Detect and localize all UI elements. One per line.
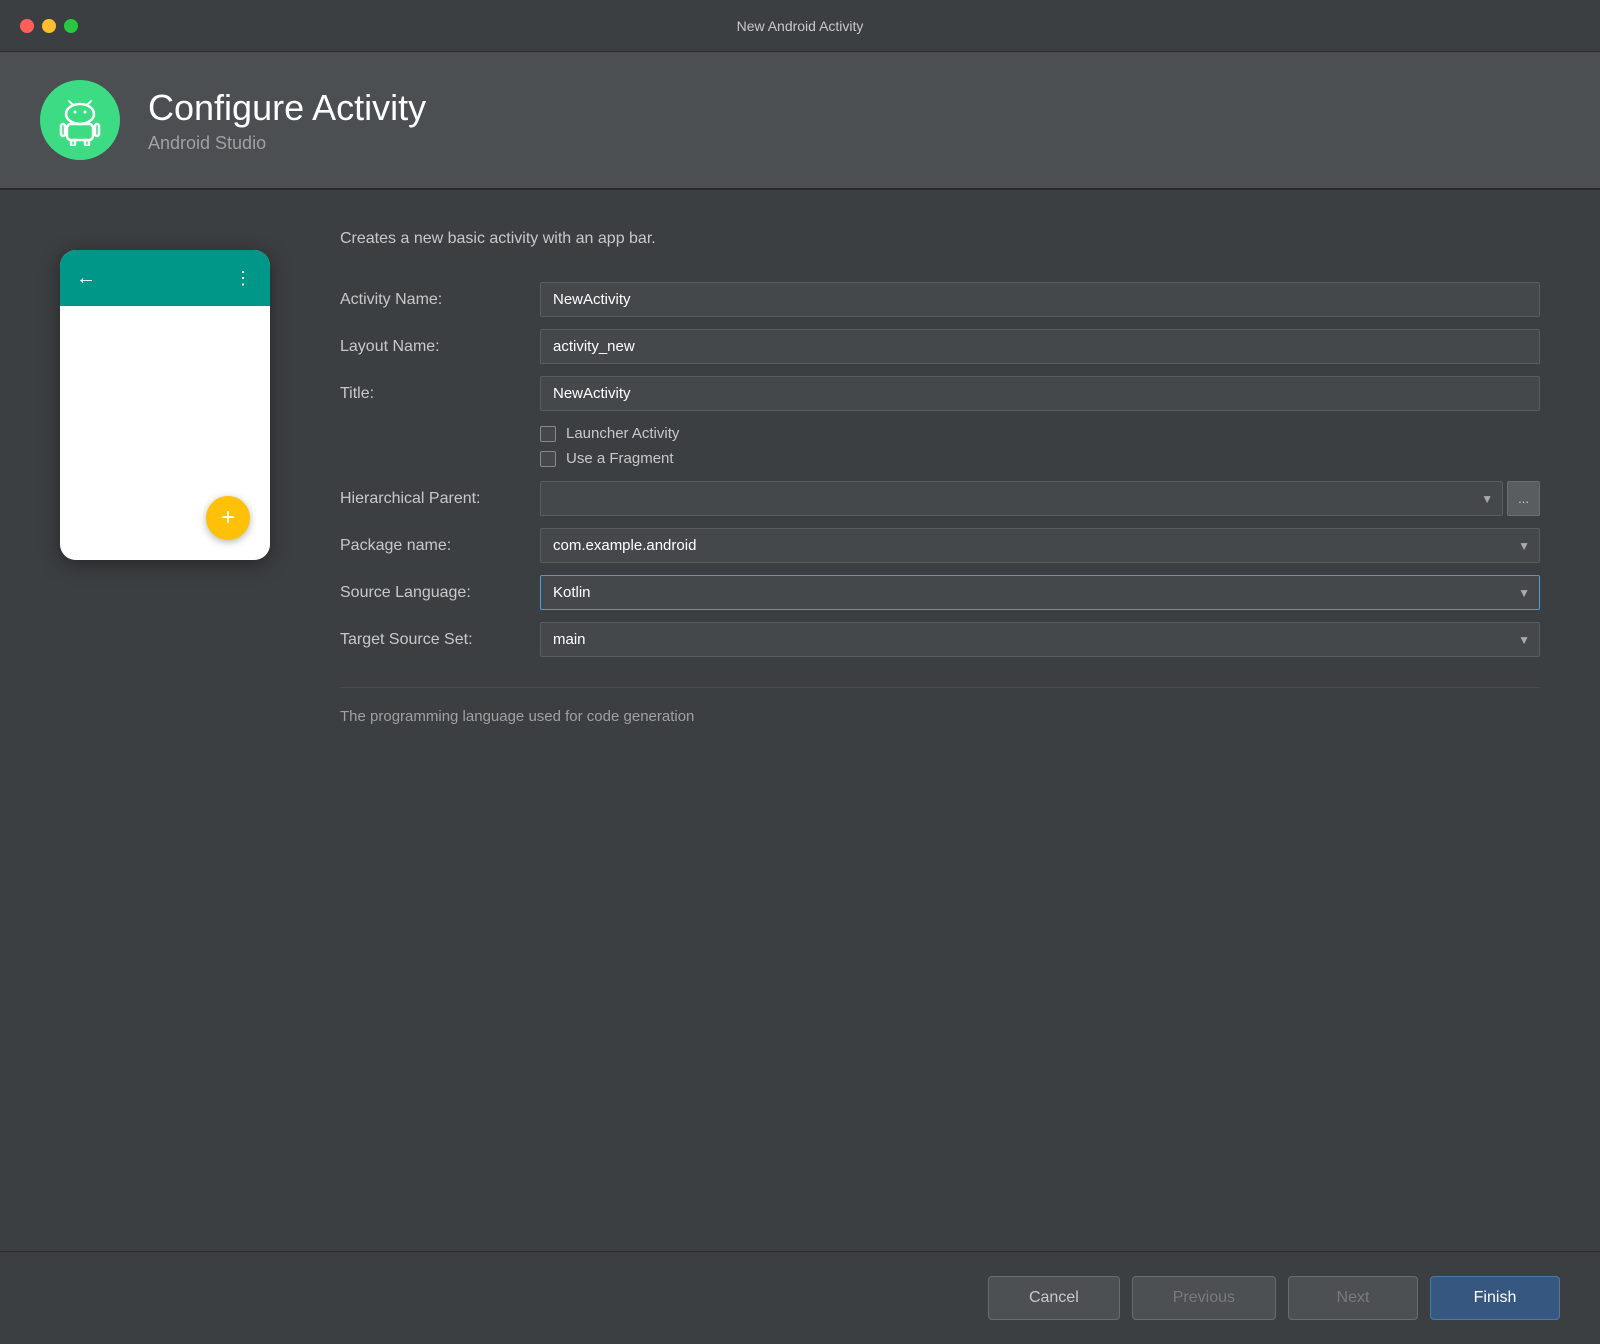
layout-name-label: Layout Name:	[340, 328, 540, 366]
layout-name-cell	[540, 323, 1540, 370]
hierarchical-parent-select-wrapper: ▼	[540, 481, 1503, 516]
source-language-cell: Java Kotlin ▼	[540, 569, 1540, 616]
hierarchical-parent-label: Hierarchical Parent:	[340, 480, 540, 518]
activity-name-input[interactable]	[540, 282, 1540, 317]
title-label: Title:	[340, 375, 540, 413]
use-fragment-checkbox[interactable]: Use a Fragment	[540, 450, 1540, 467]
minimize-button[interactable]	[42, 19, 56, 33]
phone-back-icon: ←	[76, 267, 96, 290]
activity-name-cell	[540, 276, 1540, 323]
maximize-button[interactable]	[64, 19, 78, 33]
package-name-select[interactable]: com.example.android	[540, 528, 1540, 563]
package-name-label: Package name:	[340, 527, 540, 565]
main-content: ← ⋮ + Creates a new basic activity with …	[0, 190, 1600, 1251]
target-source-set-select-wrapper: main test androidTest ▼	[540, 622, 1540, 657]
footer: Cancel Previous Next Finish	[0, 1251, 1600, 1344]
phone-frame: ← ⋮ +	[60, 250, 270, 560]
finish-button[interactable]: Finish	[1430, 1276, 1560, 1320]
previous-button[interactable]: Previous	[1132, 1276, 1276, 1320]
launcher-checkbox-box	[540, 426, 556, 442]
form-grid: Activity Name: Layout Name: Title: Launc…	[340, 276, 1540, 663]
title-input[interactable]	[540, 376, 1540, 411]
launcher-activity-checkbox[interactable]: Launcher Activity	[540, 425, 1540, 442]
header-text: Configure Activity Android Studio	[148, 86, 426, 154]
android-studio-logo	[40, 80, 120, 160]
hierarchical-parent-cell: ▼ ...	[540, 475, 1540, 522]
target-source-set-select[interactable]: main test androidTest	[540, 622, 1540, 657]
android-logo-icon	[54, 94, 106, 146]
next-button[interactable]: Next	[1288, 1276, 1418, 1320]
source-language-select[interactable]: Java Kotlin	[540, 575, 1540, 610]
title-cell	[540, 370, 1540, 417]
checkbox-group: Launcher Activity Use a Fragment	[540, 417, 1540, 475]
header-subtitle: Android Studio	[148, 133, 426, 154]
phone-toolbar: ← ⋮	[60, 250, 270, 306]
header-title: Configure Activity	[148, 86, 426, 129]
close-button[interactable]	[20, 19, 34, 33]
package-name-select-wrapper: com.example.android ▼	[540, 528, 1540, 563]
layout-name-input[interactable]	[540, 329, 1540, 364]
hierarchical-parent-select[interactable]	[540, 481, 1503, 516]
target-source-set-label: Target Source Set:	[340, 621, 540, 659]
hierarchical-parent-group: ▼ ...	[540, 481, 1540, 516]
phone-menu-icon: ⋮	[234, 268, 254, 289]
source-language-select-wrapper: Java Kotlin ▼	[540, 575, 1540, 610]
source-language-label: Source Language:	[340, 574, 540, 612]
use-fragment-label: Use a Fragment	[566, 450, 674, 467]
form-description: Creates a new basic activity with an app…	[340, 230, 1540, 248]
package-name-cell: com.example.android ▼	[540, 522, 1540, 569]
hierarchical-parent-browse-button[interactable]: ...	[1507, 481, 1540, 516]
activity-name-label: Activity Name:	[340, 281, 540, 319]
title-bar: New Android Activity	[0, 0, 1600, 52]
header: Configure Activity Android Studio	[0, 52, 1600, 189]
phone-preview: ← ⋮ +	[60, 230, 280, 1211]
window-controls[interactable]	[20, 19, 78, 33]
cancel-button[interactable]: Cancel	[988, 1276, 1120, 1320]
window-title: New Android Activity	[737, 18, 864, 34]
phone-body: +	[60, 306, 270, 560]
form-hint: The programming language used for code g…	[340, 687, 1540, 725]
form-area: Creates a new basic activity with an app…	[340, 230, 1540, 1211]
fragment-checkbox-box	[540, 451, 556, 467]
phone-fab: +	[206, 496, 250, 540]
launcher-activity-label: Launcher Activity	[566, 425, 679, 442]
target-source-set-cell: main test androidTest ▼	[540, 616, 1540, 663]
